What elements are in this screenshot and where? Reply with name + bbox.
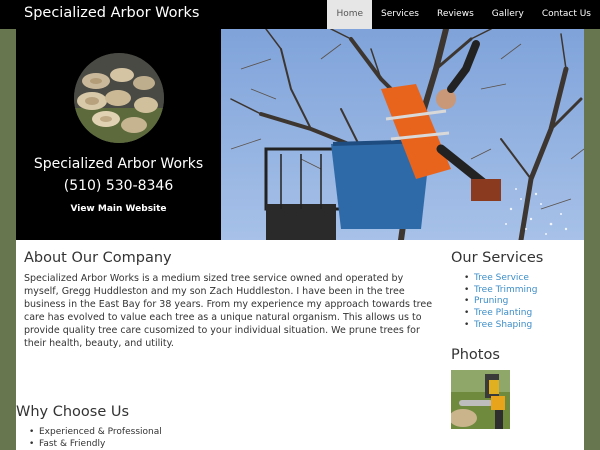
service-link-tree-trimming[interactable]: Tree Trimming [464,285,538,297]
nav-services[interactable]: Services [372,0,428,29]
top-navbar: Specialized Arbor Works Home Services Re… [0,0,600,29]
nav-contact-us[interactable]: Contact Us [533,0,600,29]
hero-business-name: Specialized Arbor Works [33,156,204,172]
why-choose-us-heading: Why Choose Us [16,404,130,420]
nav-reviews[interactable]: Reviews [428,0,483,29]
hero-banner: Specialized Arbor Works (510) 530-8346 V… [16,29,584,240]
list-item: Experienced & Professional [29,426,162,438]
list-item: Fast & Friendly [29,438,162,450]
services-list: Tree Service Tree Trimming Pruning Tree … [464,273,538,332]
service-link-tree-service[interactable]: Tree Service [464,273,537,285]
main-nav: Home Services Reviews Gallery Contact Us [327,0,600,29]
photo-thumbnail-chainsaw[interactable] [451,370,510,429]
site-brand[interactable]: Specialized Arbor Works [24,5,199,21]
about-paragraph: Specialized Arbor Works is a medium size… [24,273,433,349]
service-link-pruning[interactable]: Pruning [464,296,537,308]
main-content: About Our Company Specialized Arbor Work… [16,240,584,450]
service-link-tree-planting[interactable]: Tree Planting [464,308,537,320]
nav-home[interactable]: Home [327,0,373,29]
why-choose-us-list: Experienced & Professional Fast & Friend… [29,426,162,450]
photos-heading: Photos [451,347,500,363]
view-main-website-link[interactable]: View Main Website [16,204,221,214]
our-services-heading: Our Services [451,250,544,266]
hero-info-panel: Specialized Arbor Works (510) 530-8346 V… [16,29,221,240]
service-link-tree-shaping[interactable]: Tree Shaping [464,320,537,332]
about-heading: About Our Company [24,250,172,266]
nav-gallery[interactable]: Gallery [483,0,533,29]
hero-phone-number[interactable]: (510) 530-8346 [16,178,221,194]
arborist-hero-photo [221,29,584,240]
logo-stumps-image [74,53,164,143]
